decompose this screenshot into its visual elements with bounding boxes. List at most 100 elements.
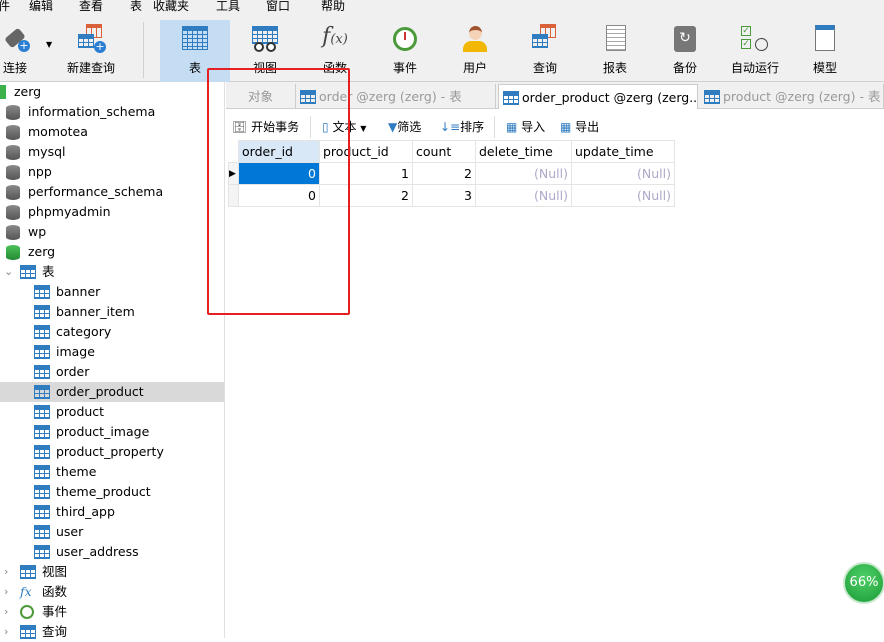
- menu-window[interactable]: 窗口: [266, 0, 290, 14]
- grid-cell[interactable]: (Null): [571, 184, 675, 207]
- table-icon: [180, 24, 210, 54]
- table-name: user_address: [56, 544, 139, 559]
- chevron-down-icon[interactable]: ⌄: [4, 262, 13, 282]
- grid-cell[interactable]: (Null): [571, 162, 675, 185]
- tree-table-item[interactable]: product_property: [0, 442, 224, 462]
- table-icon: [34, 325, 50, 339]
- query-icon: [20, 625, 36, 639]
- table-name: banner_item: [56, 304, 135, 319]
- tree-db[interactable]: mysql: [0, 142, 224, 162]
- column-header[interactable]: delete_time: [475, 140, 572, 163]
- tab-product[interactable]: product @zerg (zerg) - 表: [700, 84, 884, 109]
- chevron-right-icon[interactable]: ›: [4, 622, 8, 642]
- export-icon: ▦: [560, 120, 572, 134]
- menu-favorites[interactable]: 收藏夹: [153, 0, 189, 14]
- function-icon: fx: [20, 584, 32, 599]
- tree-db[interactable]: information_schema: [0, 102, 224, 122]
- tree-table-item[interactable]: product: [0, 402, 224, 422]
- grid-cell[interactable]: 3: [412, 184, 476, 207]
- menu-edit[interactable]: 编辑: [29, 0, 53, 14]
- table-name: image: [56, 344, 95, 359]
- export-button[interactable]: ▦ 导出: [560, 118, 599, 136]
- database-icon: [6, 145, 20, 160]
- table-name: category: [56, 324, 112, 339]
- tree-table-item[interactable]: order_product: [0, 382, 224, 402]
- tree-table-item[interactable]: banner: [0, 282, 224, 302]
- connect-dropdown-arrow[interactable]: ▼: [46, 40, 52, 49]
- tree-table-item[interactable]: category: [0, 322, 224, 342]
- query-button[interactable]: 查询: [510, 20, 580, 82]
- sort-icon: ↓≡: [440, 120, 461, 134]
- database-open-icon: [6, 245, 20, 260]
- view-icon: [250, 24, 280, 54]
- grid-cell[interactable]: 2: [412, 162, 476, 185]
- menu-view[interactable]: 查看: [79, 0, 103, 14]
- function-icon: f(x): [322, 24, 348, 49]
- tree-connection-zerg[interactable]: zerg: [0, 82, 224, 102]
- filter-button[interactable]: ▼筛选: [388, 118, 421, 136]
- column-header[interactable]: count: [412, 140, 476, 163]
- table-name: product_image: [56, 424, 150, 439]
- table-icon: [34, 425, 50, 439]
- tree-db[interactable]: wp: [0, 222, 224, 242]
- chevron-right-icon[interactable]: ›: [4, 582, 8, 602]
- tree-table-item[interactable]: product_image: [0, 422, 224, 442]
- grid-cell[interactable]: (Null): [475, 162, 572, 185]
- menu-table[interactable]: 表: [130, 0, 142, 14]
- tree-tables-group[interactable]: ⌄ 表: [0, 262, 224, 282]
- chevron-right-icon[interactable]: ›: [4, 562, 8, 582]
- chevron-right-icon[interactable]: ›: [4, 602, 8, 622]
- table-name: order_product: [56, 384, 144, 399]
- tree-queries-group[interactable]: › 查询: [0, 622, 224, 642]
- table-icon: [34, 545, 50, 559]
- new-query-button[interactable]: + 新建查询: [56, 20, 126, 82]
- database-icon: [6, 225, 20, 240]
- chevron-down-icon: ▼: [360, 124, 367, 133]
- tree-db[interactable]: npp: [0, 162, 224, 182]
- tab-order-product[interactable]: order_product @zerg (zerg...: [498, 84, 698, 109]
- tree-db-zerg[interactable]: zerg: [0, 242, 224, 262]
- tree-db[interactable]: phpmyadmin: [0, 202, 224, 222]
- automation-button[interactable]: ✓ ✓ 自动运行: [720, 20, 790, 82]
- performance-badge[interactable]: 66%: [843, 562, 884, 604]
- alarm-clock-icon: [20, 605, 34, 619]
- table-icon: [34, 365, 50, 379]
- menu-tools[interactable]: 工具: [216, 0, 240, 14]
- tree-table-item[interactable]: user: [0, 522, 224, 542]
- tree-db[interactable]: momotea: [0, 122, 224, 142]
- tree-table-item[interactable]: banner_item: [0, 302, 224, 322]
- table-name: theme_product: [56, 484, 151, 499]
- event-button[interactable]: 事件: [370, 20, 440, 82]
- column-header[interactable]: update_time: [571, 140, 675, 163]
- menu-bar: 件 编辑 查看 表 收藏夹 工具 窗口 帮助: [0, 0, 884, 14]
- tree-table-item[interactable]: image: [0, 342, 224, 362]
- backup-button[interactable]: ↻ 备份: [650, 20, 720, 82]
- menu-help[interactable]: 帮助: [321, 0, 345, 14]
- tree-table-item[interactable]: order: [0, 362, 224, 382]
- tree-table-item[interactable]: theme_product: [0, 482, 224, 502]
- table-icon: [34, 285, 50, 299]
- model-button[interactable]: 模型: [790, 20, 860, 82]
- import-button[interactable]: ▦ 导入: [506, 118, 545, 136]
- sort-button[interactable]: ↓≡排序: [440, 118, 484, 136]
- menu-file[interactable]: 件: [0, 0, 10, 14]
- connect-button[interactable]: + 连接: [0, 20, 50, 82]
- toolbar-separator: [143, 22, 144, 78]
- table-name: banner: [56, 284, 101, 299]
- report-icon: [600, 24, 630, 54]
- tree-events-group[interactable]: › 事件: [0, 602, 224, 622]
- report-button[interactable]: 报表: [580, 20, 650, 82]
- automation-icon: ✓ ✓: [740, 24, 770, 54]
- database-icon: [6, 165, 20, 180]
- grid-cell[interactable]: (Null): [475, 184, 572, 207]
- tree-table-item[interactable]: user_address: [0, 542, 224, 562]
- database-icon: [6, 125, 20, 140]
- tree-views-group[interactable]: › 视图: [0, 562, 224, 582]
- tree-table-item[interactable]: theme: [0, 462, 224, 482]
- user-button[interactable]: 用户: [440, 20, 510, 82]
- tree-db[interactable]: performance_schema: [0, 182, 224, 202]
- tree-table-item[interactable]: third_app: [0, 502, 224, 522]
- tree-functions-group[interactable]: › fx 函数: [0, 582, 224, 602]
- highlight-annotation: [207, 68, 350, 315]
- object-tree[interactable]: zerg information_schema momotea mysql np…: [0, 82, 225, 639]
